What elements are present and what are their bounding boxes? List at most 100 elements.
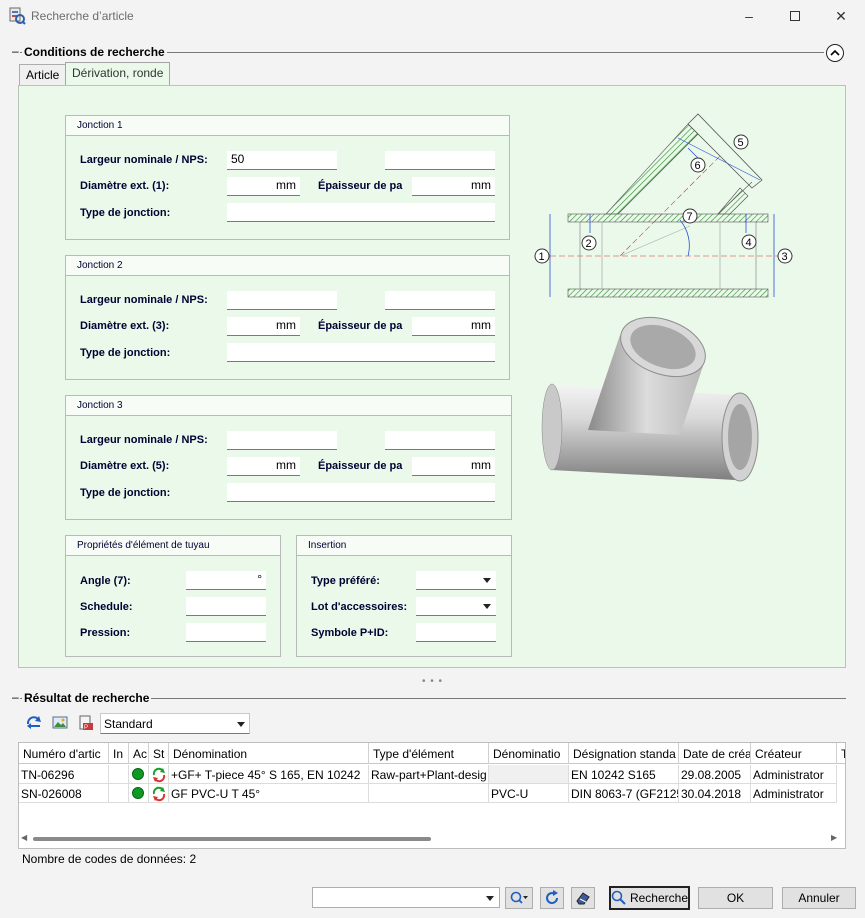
callout-1: 1 (539, 251, 545, 263)
callout-2: 2 (586, 238, 592, 250)
wall-thickness-input-3[interactable]: mm (412, 457, 495, 476)
table-cell[interactable] (109, 765, 129, 784)
preferred-type-select[interactable] (416, 571, 496, 590)
wall-thickness-input-2[interactable]: mm (412, 317, 495, 336)
app-icon (8, 7, 26, 25)
refresh-arrows-icon[interactable] (25, 714, 43, 732)
scroll-left-icon[interactable]: ◀ (21, 833, 31, 843)
tab-derivation-ronde[interactable]: Dérivation, ronde (65, 62, 171, 86)
col-header[interactable]: Créateur (751, 743, 837, 764)
ok-button[interactable]: OK (698, 887, 773, 909)
chevron-down-icon (483, 578, 491, 583)
table-cell[interactable] (109, 784, 129, 803)
table-cell[interactable]: Administrator (751, 784, 837, 803)
profile-select[interactable] (312, 887, 500, 908)
minimize-icon[interactable]: – (726, 0, 772, 32)
search-button[interactable]: Recherche (609, 886, 690, 910)
outer-diameter-input-2[interactable]: mm (227, 317, 300, 336)
wall-thickness-input-1[interactable]: mm (412, 177, 495, 196)
tab-article[interactable]: Article (19, 64, 67, 86)
table-cell[interactable]: 29.08.2005 (679, 765, 751, 784)
callout-4: 4 (746, 237, 752, 249)
col-header[interactable]: Ac (129, 743, 149, 764)
search-settings-icon (510, 891, 528, 904)
table-cell[interactable]: DIN 8063-7 (GF2125C (569, 784, 679, 803)
clear-button[interactable] (571, 887, 595, 909)
view-select[interactable]: Standard (100, 713, 250, 734)
junction-type-label: Type de jonction: (80, 207, 171, 219)
schedule-label: Schedule: (80, 601, 133, 613)
nominal-width-extra-1[interactable] (385, 151, 495, 170)
nominal-width-input-1[interactable]: 50 (227, 151, 337, 170)
search-button-label: Recherche (629, 891, 688, 905)
accessory-lot-label: Lot d'accessoires: (311, 601, 408, 613)
close-icon[interactable]: ✕ (818, 0, 864, 32)
col-header[interactable]: Numéro d'artic (19, 743, 109, 764)
junction3-title: Jonction 3 (66, 396, 511, 416)
collapse-dash: – (12, 44, 19, 58)
nominal-width-input-3[interactable] (227, 431, 337, 450)
outer-diameter-label: Diamètre ext. (5): (80, 460, 170, 472)
collapse-icon[interactable] (826, 44, 844, 62)
view-select-value: Standard (104, 717, 153, 731)
callout-3: 3 (782, 251, 788, 263)
junction-type-label: Type de jonction: (80, 347, 171, 359)
wall-thickness-label: Épaisseur de pa (318, 320, 403, 332)
image-preview-icon[interactable] (51, 714, 69, 732)
nominal-width-input-2[interactable] (227, 291, 337, 310)
svg-text:P: P (84, 725, 88, 731)
cancel-button[interactable]: Annuler (782, 887, 856, 909)
pressure-label: Pression: (80, 627, 131, 639)
table-cell[interactable]: SN-026008 (19, 784, 109, 803)
table-cell[interactable] (369, 784, 489, 803)
table-cell[interactable] (489, 765, 569, 784)
export-icon[interactable]: P (77, 714, 95, 732)
pressure-input[interactable] (186, 623, 266, 642)
scroll-right-icon[interactable]: ▶ (831, 833, 841, 843)
table-cell[interactable]: +GF+ T-piece 45° S 165, EN 10242 (169, 765, 369, 784)
junction-type-input-2[interactable] (227, 343, 495, 362)
pipe-props-title: Propriétés d'élément de tuyau (66, 536, 280, 556)
chevron-down-icon (483, 604, 491, 609)
col-header[interactable]: Désignation standa (569, 743, 679, 764)
col-header[interactable]: Type d'élément (369, 743, 489, 764)
table-cell[interactable]: EN 10242 S165 (569, 765, 679, 784)
outer-diameter-input-3[interactable]: mm (227, 457, 300, 476)
sync-icon (149, 784, 169, 803)
outer-diameter-input-1[interactable]: mm (227, 177, 300, 196)
outer-diameter-label: Diamètre ext. (1): (80, 180, 170, 192)
pid-symbol-input[interactable] (416, 623, 496, 642)
angle-input[interactable]: ° (186, 571, 266, 590)
nominal-width-extra-3[interactable] (385, 431, 495, 450)
col-header[interactable]: In (109, 743, 129, 764)
accessory-lot-select[interactable] (416, 597, 496, 616)
reset-button[interactable] (540, 887, 564, 909)
schedule-input[interactable] (186, 597, 266, 616)
col-header[interactable]: St (149, 743, 169, 764)
table-cell[interactable]: GF PVC-U T 45° (169, 784, 369, 803)
col-header[interactable]: T (837, 743, 845, 764)
nominal-width-label: Largeur nominale / NPS: (80, 154, 208, 166)
junction-type-input-3[interactable] (227, 483, 495, 502)
table-cell[interactable]: 30.04.2018 (679, 784, 751, 803)
table-cell[interactable]: PVC-U (489, 784, 569, 803)
result-count: Nombre de codes de données: 2 (22, 852, 197, 866)
col-header[interactable]: Dénominatio (489, 743, 569, 764)
table-cell[interactable]: Raw-part+Plant-desig (369, 765, 489, 784)
nominal-width-extra-2[interactable] (385, 291, 495, 310)
junction-type-input-1[interactable] (227, 203, 495, 222)
nominal-width-label: Largeur nominale / NPS: (80, 294, 208, 306)
pid-symbol-label: Symbole P+ID: (311, 627, 389, 639)
search-options-button[interactable] (505, 887, 533, 909)
results-table: Numéro d'artic In Ac St Dénomination Typ… (18, 742, 846, 849)
table-cell[interactable]: TN-06296 (19, 765, 109, 784)
maximize-icon[interactable] (772, 0, 818, 32)
horizontal-scrollbar-thumb[interactable] (33, 837, 431, 841)
splitter-handle[interactable]: • • • (422, 676, 443, 687)
col-header[interactable]: Dénomination (169, 743, 369, 764)
table-cell[interactable]: Administrator (751, 765, 837, 784)
nominal-width-label: Largeur nominale / NPS: (80, 434, 208, 446)
callout-5: 5 (738, 137, 744, 149)
col-header[interactable]: Date de créa (679, 743, 751, 764)
search-icon (611, 890, 626, 905)
